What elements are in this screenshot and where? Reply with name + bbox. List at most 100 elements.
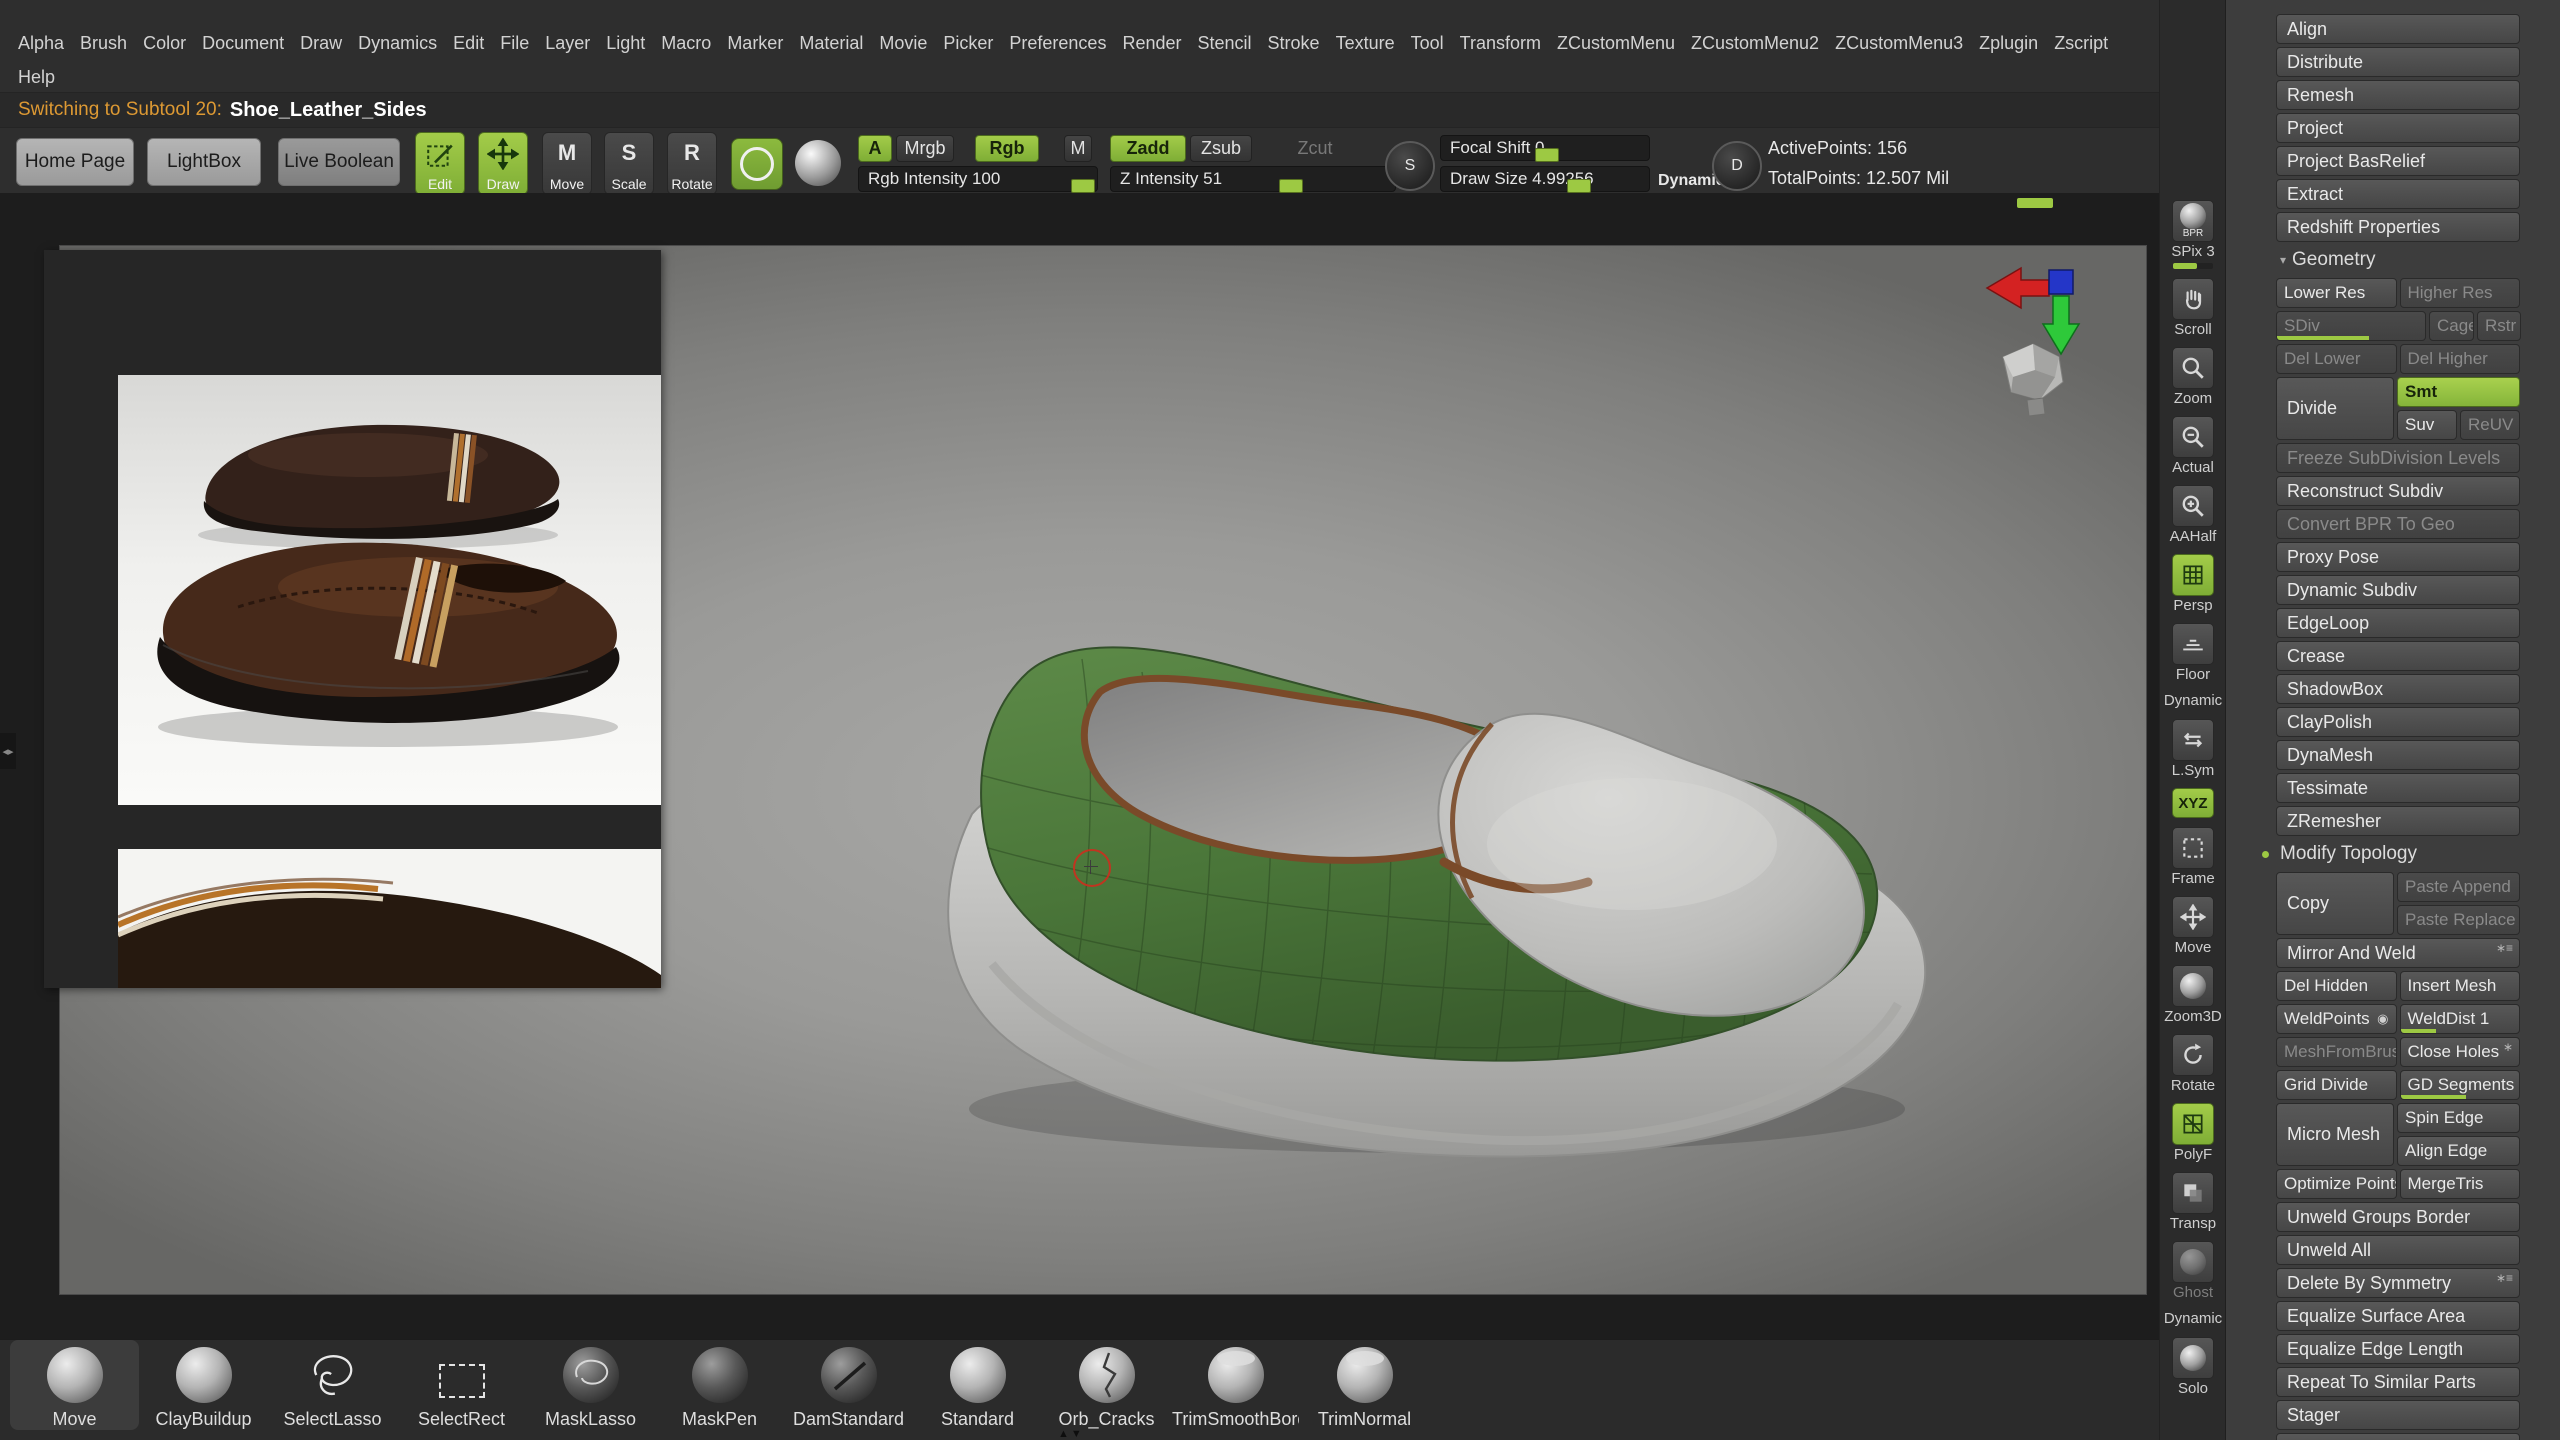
btn-convert-bpr-to-geo[interactable]: Convert BPR To Geo [2276,509,2520,539]
z-intensity-slider[interactable]: Z Intensity 51 [1110,166,1396,192]
geometry-section-header[interactable]: ▾ Geometry [2276,245,2520,275]
dynamic-persp-button[interactable]: Dynamic [2164,692,2222,710]
btn-meshfrombrush[interactable]: MeshFromBrush [2276,1037,2397,1067]
zoom-button[interactable]: Zoom [2172,347,2214,407]
btn-remesh[interactable]: Remesh [2276,80,2520,110]
brush-item-trimsmoothborder[interactable]: TrimSmoothBorder [1171,1340,1300,1430]
mrgb-button[interactable]: Mrgb [896,135,954,162]
btn-smt[interactable]: Smt [2397,377,2520,407]
brush-item-claybuildup[interactable]: ClayBuildup [139,1340,268,1430]
reference-photo-1[interactable] [118,375,661,805]
btn-rstr[interactable]: Rstr [2477,311,2521,341]
btn-spin-edge[interactable]: Spin Edge [2397,1103,2520,1133]
btn-mirror-and-weld[interactable]: Mirror And Weld [2276,938,2520,968]
zcut-button[interactable]: Zcut [1288,135,1342,162]
btn-cage[interactable]: Cage [2429,311,2474,341]
left-tray-toggle[interactable] [0,733,16,769]
btn-equalize-surface-area[interactable]: Equalize Surface Area [2276,1301,2520,1331]
xyz-button[interactable]: XYZ [2172,788,2214,818]
btn-repeat-to-similar-parts[interactable]: Repeat To Similar Parts [2276,1367,2520,1397]
menu-item[interactable]: Document [194,31,292,56]
btn-optimize-points[interactable]: Optimize Points [2276,1169,2397,1199]
home-page-button[interactable]: Home Page [16,138,134,186]
btn-grid-divide[interactable]: Grid Divide [2276,1070,2397,1100]
draw-size-handle[interactable] [1567,179,1591,193]
btn-del-hidden[interactable]: Del Hidden [2276,971,2397,1001]
menu-item[interactable]: Macro [653,31,719,56]
menu-item[interactable]: Brush [72,31,135,56]
m-button[interactable]: M [1064,135,1092,162]
menu-item[interactable]: Zscript [2046,31,2116,56]
btn-position[interactable]: Position [2276,1433,2520,1440]
modify-topology-section-header[interactable]: Modify Topology [2276,839,2520,869]
menu-item[interactable]: Draw [292,31,350,56]
rotate-camera-button[interactable]: Rotate [2171,1034,2215,1094]
menu-item[interactable]: Edit [445,31,492,56]
dynamic-solo-button[interactable]: Dynamic [2164,1310,2222,1328]
btn-project-basrelief[interactable]: Project BasRelief [2276,146,2520,176]
rotate-mode-button[interactable]: R Rotate [667,132,717,195]
brush-item-selectlasso[interactable]: SelectLasso [268,1340,397,1430]
menu-item-help[interactable]: Help [10,65,63,90]
btn-zremesher[interactable]: ZRemesher [2276,806,2520,836]
menu-item[interactable]: Render [1114,31,1189,56]
btn-micro-mesh[interactable]: Micro Mesh [2276,1103,2394,1166]
welddist-slider[interactable]: WeldDist 1 [2400,1004,2521,1034]
gd-segments-slider[interactable]: GD Segments 3 [2400,1070,2521,1100]
reference-photo-2[interactable] [118,849,661,988]
menu-item[interactable]: Light [598,31,653,56]
menu-item[interactable]: Preferences [1001,31,1114,56]
menu-item[interactable]: ZCustomMenu2 [1683,31,1827,56]
move-camera-button[interactable]: Move [2172,896,2214,956]
btn-freeze-subdivision-levels[interactable]: Freeze SubDivision Levels [2276,443,2520,473]
btn-paste-replace[interactable]: Paste Replace [2397,905,2520,935]
btn-project[interactable]: Project [2276,113,2520,143]
btn-unweld-groups-border[interactable]: Unweld Groups Border [2276,1202,2520,1232]
btn-weldpoints[interactable]: WeldPoints [2276,1004,2397,1034]
btn-edgeloop[interactable]: EdgeLoop [2276,608,2520,638]
menu-item[interactable]: Material [791,31,871,56]
rgb-button[interactable]: Rgb [975,135,1039,162]
solo-button[interactable]: Solo [2172,1337,2214,1397]
btn-tessimate[interactable]: Tessimate [2276,773,2520,803]
menu-item[interactable]: Alpha [10,31,72,56]
brush-item-selectrect[interactable]: SelectRect [397,1340,526,1430]
canvas-divider-handle[interactable] [2017,198,2053,208]
polyf-button[interactable]: PolyF [2172,1103,2214,1163]
btn-dynamic-subdiv[interactable]: Dynamic Subdiv [2276,575,2520,605]
brush-item-masklasso[interactable]: MaskLasso [526,1340,655,1430]
btn-paste-append[interactable]: Paste Append [2397,872,2520,902]
zoom3d-button[interactable]: Zoom3D [2164,965,2222,1025]
btn-close-holes[interactable]: Close Holes [2400,1037,2521,1067]
btn-distribute[interactable]: Distribute [2276,47,2520,77]
btn-higher-res[interactable]: Higher Res [2400,278,2521,308]
brush-item-standard[interactable]: Standard [913,1340,1042,1430]
menu-item[interactable]: Marker [719,31,791,56]
scroll-button[interactable]: Scroll [2172,278,2214,338]
stroke-s-toggle[interactable]: S [1385,141,1435,191]
bpr-button[interactable]: BPR SPix 3 [2171,200,2214,269]
menu-item[interactable]: Movie [871,31,935,56]
btn-del-lower[interactable]: Del Lower [2276,344,2397,374]
btn-reconstruct-subdiv[interactable]: Reconstruct Subdiv [2276,476,2520,506]
tray-scroll-arrows[interactable] [1058,1428,1084,1440]
alpha-selector[interactable] [795,140,841,186]
btn-mergetris[interactable]: MergeTris [2400,1169,2521,1199]
btn-stager[interactable]: Stager [2276,1400,2520,1430]
menu-item[interactable]: Tool [1403,31,1452,56]
rgb-intensity-handle[interactable] [1071,179,1095,193]
menu-item[interactable]: Zplugin [1971,31,2046,56]
lightbox-button[interactable]: LightBox [147,138,261,186]
menu-item[interactable]: Texture [1328,31,1403,56]
frame-button[interactable]: Frame [2171,827,2214,887]
aahalf-button[interactable]: AAHalf [2170,485,2217,545]
scale-mode-button[interactable]: S Scale [604,132,654,195]
brush-item-maskpen[interactable]: MaskPen [655,1340,784,1430]
menu-item[interactable]: Stroke [1260,31,1328,56]
focal-shift-slider[interactable]: Focal Shift 0 [1440,135,1650,161]
rgb-intensity-slider[interactable]: Rgb Intensity 100 [858,166,1098,192]
btn-lower-res[interactable]: Lower Res [2276,278,2397,308]
floor-button[interactable]: Floor [2172,623,2214,683]
transp-button[interactable]: Transp [2170,1172,2216,1232]
menu-item[interactable]: ZCustomMenu [1549,31,1683,56]
